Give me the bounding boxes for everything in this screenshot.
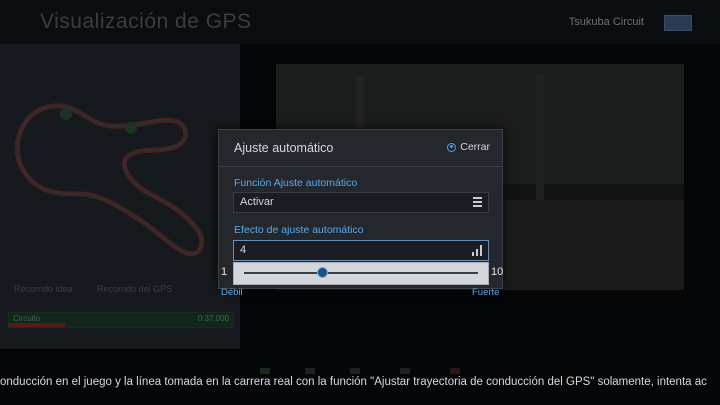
dock-icon <box>450 368 460 374</box>
lap-bar-time: 0:37.000 <box>197 314 229 323</box>
video-post <box>536 74 544 214</box>
slider-max-label: Fuerte <box>472 287 500 298</box>
slider-knob[interactable] <box>316 267 328 278</box>
list-icon <box>473 197 482 207</box>
dialog-title: Ajuste automático <box>234 141 334 155</box>
page-title: Visualización de GPS <box>40 10 252 33</box>
track-map-panel: Recorrido idea Recorrido del GPS Circuit… <box>0 44 240 349</box>
auto-adjust-effect-label: Efecto de ajuste automático <box>234 224 364 236</box>
level-bars-icon <box>472 245 482 256</box>
effect-slider[interactable] <box>233 262 489 285</box>
lap-bar-label: Circuito <box>13 314 41 323</box>
lap-bar-fill <box>9 323 65 327</box>
slider-track <box>244 272 478 274</box>
dialog-divider <box>219 166 502 167</box>
close-button[interactable]: Cerrar <box>447 141 490 153</box>
button-dock <box>250 368 470 376</box>
close-circle-icon <box>447 142 457 152</box>
slider-min-value: 1 <box>221 266 228 278</box>
auto-adjust-effect-value: 4 <box>240 244 247 256</box>
dock-icon <box>260 368 270 374</box>
track-map <box>14 103 205 257</box>
auto-adjust-function-select[interactable]: Activar <box>233 192 489 213</box>
top-bar: Visualización de GPS Tsukuba Circuit <box>0 0 720 44</box>
flag-icon <box>664 15 692 31</box>
dock-icon <box>400 368 410 374</box>
dock-icon <box>305 368 315 374</box>
legend-item: Recorrido del GPS <box>97 284 173 294</box>
secondary-bar <box>8 332 232 342</box>
slider-min-label: Débil <box>221 287 243 298</box>
marker-icon <box>125 122 137 134</box>
auto-adjust-function-value: Activar <box>240 196 274 208</box>
legend-item: Recorrido idea <box>14 284 73 294</box>
auto-adjust-effect-field[interactable]: 4 <box>233 240 489 261</box>
close-label: Cerrar <box>460 141 490 153</box>
marker-icon <box>60 108 72 120</box>
dock-icon <box>350 368 360 374</box>
lap-bar: Circuito 0:37.000 <box>8 312 234 328</box>
circuit-name: Tsukuba Circuit <box>568 16 644 28</box>
slider-max-value: 10 <box>491 266 504 278</box>
map-legend: Recorrido idea Recorrido del GPS <box>14 284 194 294</box>
auto-adjust-function-label: Función Ajuste automático <box>234 177 358 189</box>
help-text: onducción en el juego y la línea tomada … <box>0 376 707 388</box>
